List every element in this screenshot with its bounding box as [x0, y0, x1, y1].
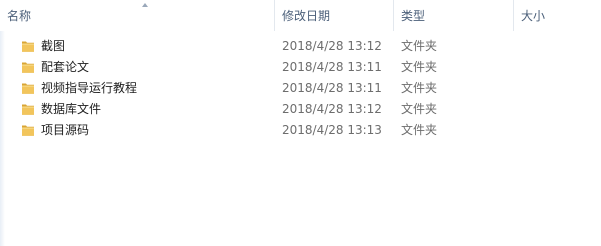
file-name: 数据库文件 [41, 102, 102, 116]
column-header-type[interactable]: 类型 [394, 0, 513, 31]
file-type: 文件夹 [401, 60, 438, 74]
column-header-type-label: 类型 [401, 9, 426, 23]
folder-icon [22, 104, 34, 115]
column-header-name-label: 名称 [7, 9, 32, 23]
file-date-modified: 2018/4/28 13:13 [282, 123, 382, 137]
column-header-date-modified[interactable]: 修改日期 [275, 0, 393, 31]
file-type: 文件夹 [401, 123, 438, 137]
file-name: 视频指导运行教程 [41, 81, 138, 95]
folder-icon [22, 41, 34, 52]
folder-icon [22, 125, 34, 136]
column-header-name[interactable]: 名称 [0, 0, 274, 31]
file-row[interactable]: 项目源码 2018/4/28 13:13 文件夹 [0, 120, 601, 141]
column-header-size[interactable]: 大小 [514, 0, 601, 31]
file-row[interactable]: 视频指导运行教程 2018/4/28 13:11 文件夹 [0, 78, 601, 99]
column-header-bar: 名称 修改日期 类型 大小 [0, 0, 601, 31]
folder-icon [22, 62, 34, 73]
file-row[interactable]: 配套论文 2018/4/28 13:11 文件夹 [0, 57, 601, 78]
file-type: 文件夹 [401, 102, 438, 116]
file-name: 截图 [41, 39, 66, 53]
file-name: 配套论文 [41, 60, 90, 74]
file-date-modified: 2018/4/28 13:11 [282, 81, 382, 95]
column-header-size-label: 大小 [521, 9, 546, 23]
column-header-date-label: 修改日期 [282, 9, 331, 23]
file-row[interactable]: 截图 2018/4/28 13:12 文件夹 [0, 36, 601, 57]
file-explorer-window: 名称 修改日期 类型 大小 截图 2018/4/28 13:12 文件夹 配套论… [0, 0, 601, 246]
file-row[interactable]: 数据库文件 2018/4/28 13:12 文件夹 [0, 99, 601, 120]
file-date-modified: 2018/4/28 13:12 [282, 102, 382, 116]
file-date-modified: 2018/4/28 13:12 [282, 39, 382, 53]
sort-ascending-icon [142, 3, 148, 7]
folder-icon [22, 83, 34, 94]
file-date-modified: 2018/4/28 13:11 [282, 60, 382, 74]
file-type: 文件夹 [401, 81, 438, 95]
file-name: 项目源码 [41, 123, 90, 137]
file-type: 文件夹 [401, 39, 438, 53]
